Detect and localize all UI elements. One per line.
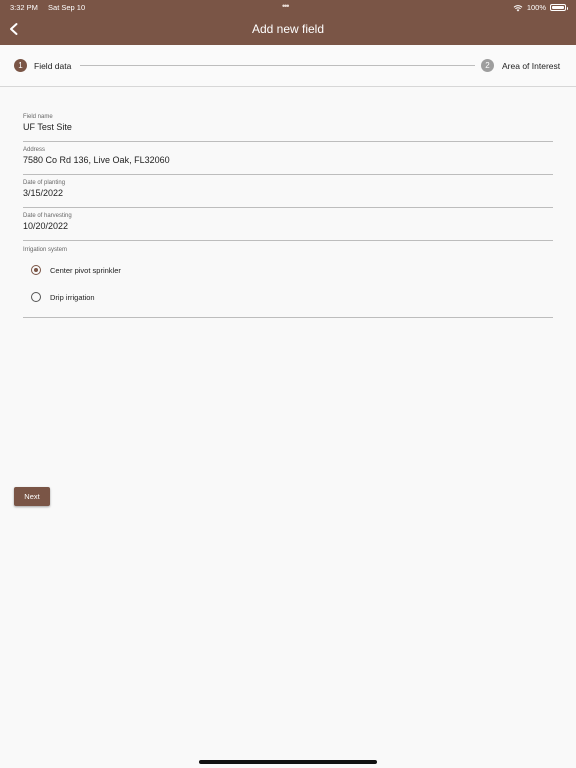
app-header: 3:32 PM Sat Sep 10 ••• 100% Add new fiel…: [0, 0, 576, 45]
stepper: 1 Field data 2 Area of Interest: [0, 45, 576, 87]
planting-date-input[interactable]: Date of planting 3/15/2022: [23, 180, 553, 208]
field-name-input[interactable]: Field name UF Test Site: [23, 114, 553, 142]
status-date: Sat Sep 10: [48, 3, 86, 12]
status-time: 3:32 PM: [10, 3, 38, 12]
battery-percent: 100%: [526, 3, 546, 12]
next-button[interactable]: Next: [14, 487, 50, 506]
field-name-label: Field name: [23, 114, 53, 120]
field-name-value[interactable]: UF Test Site: [23, 122, 553, 132]
harvesting-date-input[interactable]: Date of harvesting 10/20/2022: [23, 213, 553, 241]
status-bar-left: 3:32 PM Sat Sep 10: [10, 3, 85, 12]
planting-date-value[interactable]: 3/15/2022: [23, 188, 553, 198]
page-title: Add new field: [251, 22, 325, 36]
harvesting-date-label: Date of harvesting: [23, 213, 72, 219]
radio-drip-irrigation[interactable]: Drip irrigation: [31, 290, 95, 304]
battery-icon: [550, 4, 568, 11]
irrigation-divider: [23, 317, 553, 318]
multitasking-dots[interactable]: •••: [282, 1, 290, 11]
planting-date-label: Date of planting: [23, 180, 66, 186]
home-indicator[interactable]: [199, 760, 377, 764]
radio-unselected-icon[interactable]: [31, 292, 41, 302]
address-label: Address: [23, 147, 46, 153]
address-value[interactable]: 7580 Co Rd 136, Live Oak, FL32060: [23, 155, 553, 165]
radio-selected-icon[interactable]: [31, 265, 41, 275]
step-1-label[interactable]: Field data: [34, 61, 71, 71]
step-2-label[interactable]: Area of Interest: [502, 61, 560, 71]
step-1-indicator[interactable]: 1: [14, 59, 27, 72]
radio-center-pivot[interactable]: Center pivot sprinkler: [31, 263, 121, 277]
step-2-indicator[interactable]: 2: [481, 59, 494, 72]
address-input[interactable]: Address 7580 Co Rd 136, Live Oak, FL3206…: [23, 147, 553, 175]
wifi-icon: [513, 4, 523, 11]
irrigation-system-label: Irrigation system: [23, 247, 68, 253]
radio-center-pivot-label: Center pivot sprinkler: [50, 265, 121, 275]
radio-drip-irrigation-label: Drip irrigation: [50, 292, 95, 302]
harvesting-date-value[interactable]: 10/20/2022: [23, 221, 553, 231]
stepper-connector: [80, 65, 475, 66]
status-bar-right: 100%: [513, 3, 568, 12]
